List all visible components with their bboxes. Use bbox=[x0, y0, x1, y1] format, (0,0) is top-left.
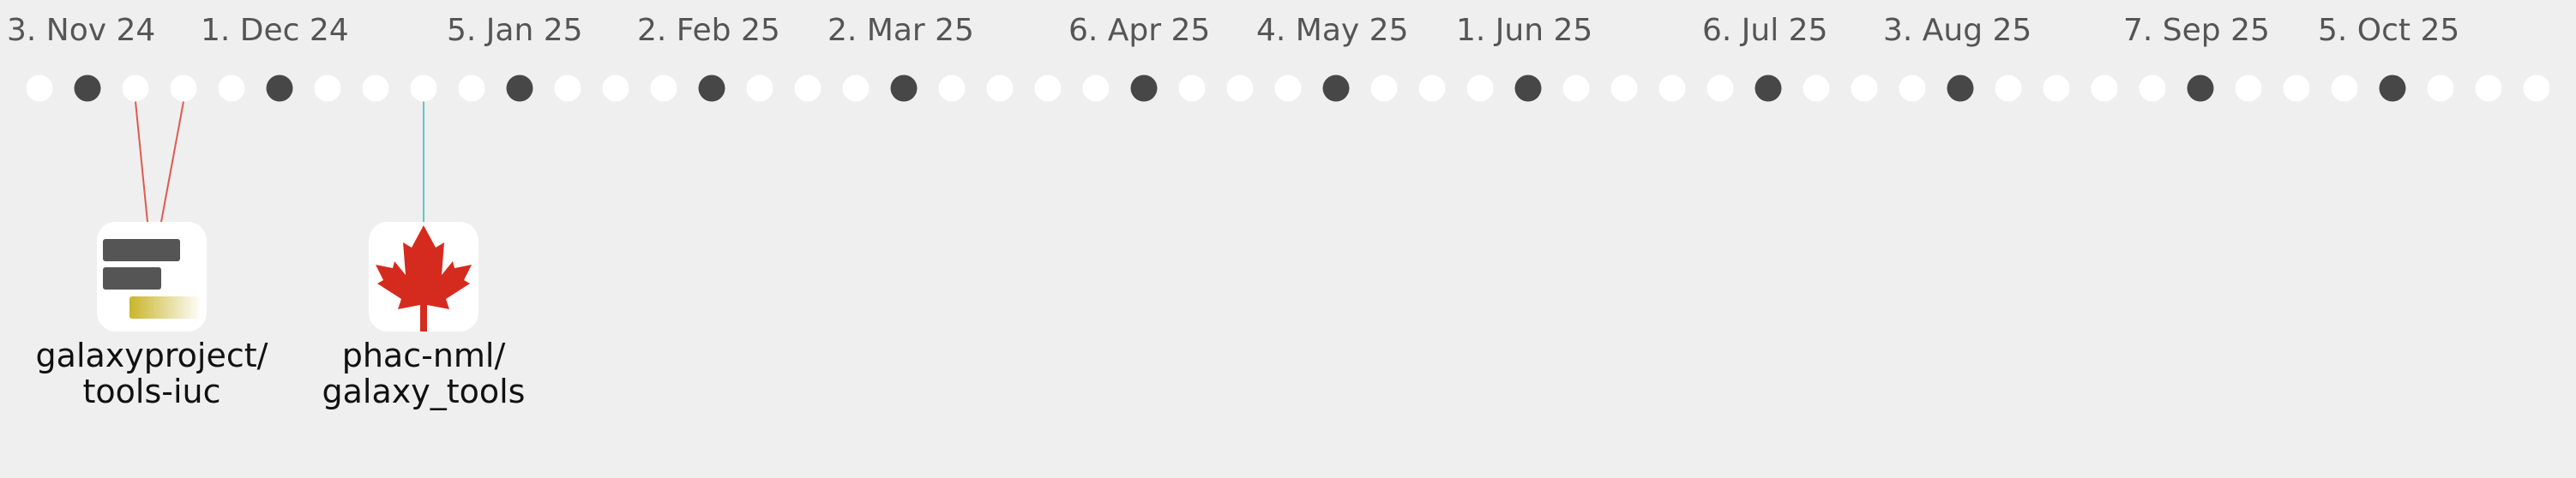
week-dot[interactable] bbox=[1562, 75, 1590, 102]
maple-leaf-icon[interactable] bbox=[369, 222, 478, 332]
week-dot-active[interactable] bbox=[1514, 75, 1542, 102]
date-label: 7. Sep 25 bbox=[2123, 13, 2270, 48]
repo-phac-nml-galaxy-tools[interactable]: phac-nml/ galaxy_tools bbox=[322, 222, 526, 410]
repo-name-label: galaxy_tools bbox=[322, 373, 526, 410]
week-dot[interactable] bbox=[842, 75, 870, 102]
week-dot[interactable] bbox=[2139, 75, 2166, 102]
week-dot[interactable] bbox=[1274, 75, 1302, 102]
contribution-timeline: 3. Nov 24 1. Dec 24 5. Jan 25 2. Feb 25 … bbox=[7, 13, 2550, 410]
week-dot[interactable] bbox=[1226, 75, 1254, 102]
week-dot[interactable] bbox=[410, 75, 437, 102]
week-dot-active[interactable] bbox=[1130, 75, 1158, 102]
date-label: 3. Aug 25 bbox=[1883, 13, 2031, 48]
week-dot-active[interactable] bbox=[1322, 75, 1350, 102]
week-dot[interactable] bbox=[1370, 75, 1398, 102]
repo-link-line bbox=[135, 101, 148, 223]
week-dot[interactable] bbox=[1034, 75, 1062, 102]
week-dot[interactable] bbox=[2523, 75, 2550, 102]
week-dot-active[interactable] bbox=[266, 75, 293, 102]
repo-link-line bbox=[160, 101, 184, 223]
week-dot[interactable] bbox=[2091, 75, 2118, 102]
week-dot[interactable] bbox=[1466, 75, 1494, 102]
week-dots bbox=[26, 75, 2550, 102]
date-label: 4. May 25 bbox=[1256, 13, 1408, 48]
week-dot[interactable] bbox=[1178, 75, 1206, 102]
week-dot-active[interactable] bbox=[1947, 75, 1974, 102]
week-dot[interactable] bbox=[650, 75, 677, 102]
repo-links bbox=[135, 101, 424, 223]
week-dot[interactable] bbox=[2235, 75, 2262, 102]
week-dot[interactable] bbox=[1610, 75, 1638, 102]
repo-owner-label: galaxyproject/ bbox=[36, 337, 268, 374]
week-dot[interactable] bbox=[1418, 75, 1446, 102]
week-dot-active[interactable] bbox=[890, 75, 918, 102]
week-dot[interactable] bbox=[458, 75, 485, 102]
week-dot[interactable] bbox=[2283, 75, 2310, 102]
repo-name-label: tools-iuc bbox=[83, 373, 221, 410]
week-dot-active[interactable] bbox=[506, 75, 533, 102]
week-dot[interactable] bbox=[2043, 75, 2070, 102]
week-dot[interactable] bbox=[122, 75, 149, 102]
week-dot[interactable] bbox=[1995, 75, 2022, 102]
week-dot[interactable] bbox=[1082, 75, 1110, 102]
week-dot[interactable] bbox=[986, 75, 1014, 102]
week-dot[interactable] bbox=[1658, 75, 1686, 102]
week-dot[interactable] bbox=[218, 75, 245, 102]
date-label: 2. Feb 25 bbox=[637, 13, 780, 48]
week-dot[interactable] bbox=[26, 75, 53, 102]
galaxy-project-logo-icon[interactable] bbox=[97, 222, 207, 332]
week-dot-active[interactable] bbox=[2379, 75, 2406, 102]
week-dot[interactable] bbox=[746, 75, 773, 102]
week-dot[interactable] bbox=[2475, 75, 2502, 102]
date-label: 1. Dec 24 bbox=[201, 13, 349, 48]
week-dot[interactable] bbox=[170, 75, 197, 102]
week-dot-active[interactable] bbox=[698, 75, 725, 102]
date-label: 5. Oct 25 bbox=[2318, 13, 2459, 48]
week-dot[interactable] bbox=[314, 75, 341, 102]
week-dot-active[interactable] bbox=[2187, 75, 2214, 102]
date-label: 1. Jun 25 bbox=[1456, 13, 1592, 48]
week-dot-active[interactable] bbox=[1754, 75, 1782, 102]
week-dot[interactable] bbox=[1706, 75, 1734, 102]
week-dot[interactable] bbox=[602, 75, 629, 102]
repo-galaxyproject-tools-iuc[interactable]: galaxyproject/ tools-iuc bbox=[36, 222, 268, 410]
date-label: 5. Jan 25 bbox=[447, 13, 583, 48]
date-label: 2. Mar 25 bbox=[828, 13, 974, 48]
week-dot[interactable] bbox=[2331, 75, 2358, 102]
week-dot[interactable] bbox=[2427, 75, 2454, 102]
week-dot[interactable] bbox=[794, 75, 822, 102]
date-axis: 3. Nov 24 1. Dec 24 5. Jan 25 2. Feb 25 … bbox=[7, 13, 2459, 48]
week-dot[interactable] bbox=[938, 75, 966, 102]
week-dot[interactable] bbox=[1899, 75, 1926, 102]
week-dot[interactable] bbox=[1803, 75, 1830, 102]
date-label: 6. Apr 25 bbox=[1068, 13, 1210, 48]
date-label: 3. Nov 24 bbox=[7, 13, 155, 48]
date-label: 6. Jul 25 bbox=[1702, 13, 1827, 48]
repo-owner-label: phac-nml/ bbox=[342, 337, 506, 374]
week-dot[interactable] bbox=[554, 75, 581, 102]
week-dot[interactable] bbox=[362, 75, 389, 102]
week-dot[interactable] bbox=[1851, 75, 1878, 102]
week-dot-active[interactable] bbox=[74, 75, 101, 102]
